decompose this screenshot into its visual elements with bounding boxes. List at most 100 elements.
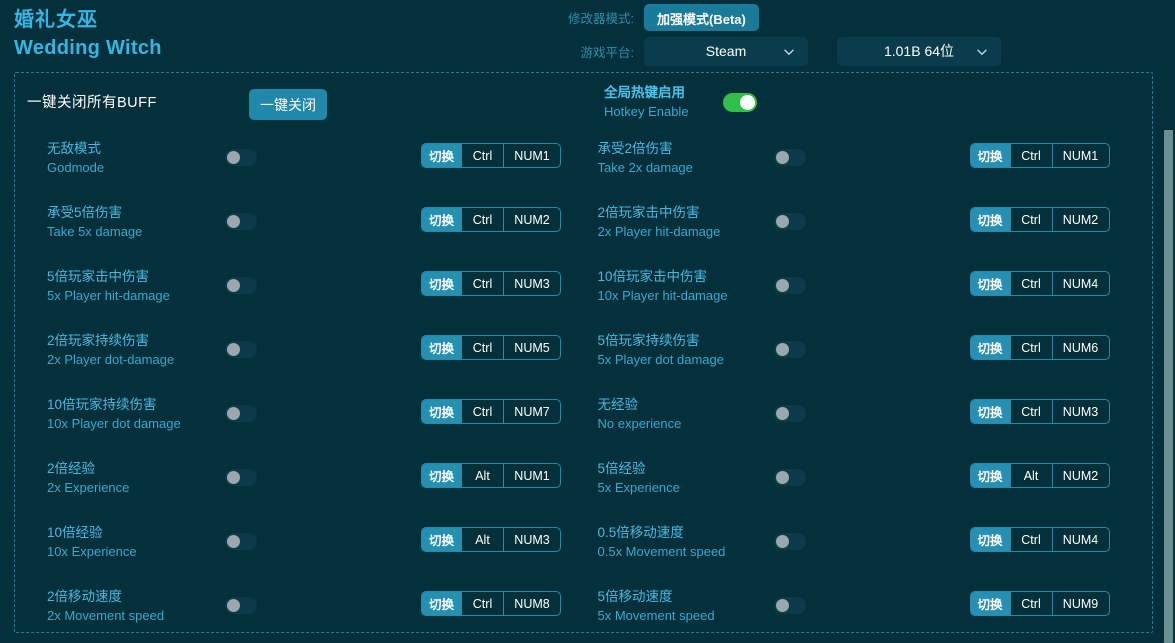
cheat-hotkey-group[interactable]: 切换 Alt NUM2 <box>969 463 1110 488</box>
cheat-toggle[interactable] <box>773 341 806 358</box>
cheat-toggle[interactable] <box>225 341 257 358</box>
cheat-hotkey-group[interactable]: 切换 Ctrl NUM6 <box>969 335 1110 360</box>
cheat-name-cn: 无敌模式 <box>47 141 101 156</box>
all-buff-off-button[interactable]: 一键关闭 <box>249 89 327 120</box>
vertical-scrollbar-thumb[interactable] <box>1164 130 1173 643</box>
hotkey-enable-toggle[interactable] <box>723 92 757 112</box>
hotkey-modifier-key[interactable]: Ctrl <box>461 272 503 295</box>
hotkey-main-key[interactable]: NUM3 <box>1051 400 1109 423</box>
cheat-row-labels: 承受2倍伤害 Take 2x damage <box>598 139 693 177</box>
cheat-hotkey-group[interactable]: 切换 Alt NUM3 <box>421 527 562 552</box>
hotkey-modifier-key[interactable]: Alt <box>461 528 503 551</box>
cheat-toggle[interactable] <box>225 533 257 550</box>
hotkey-action-label: 切换 <box>422 464 462 487</box>
cheat-row-labels: 2倍玩家持续伤害 2x Player dot-damage <box>47 331 174 369</box>
hotkey-main-key[interactable]: NUM4 <box>1051 528 1109 551</box>
hotkey-main-key[interactable]: NUM7 <box>503 400 560 423</box>
cheat-hotkey-group[interactable]: 切换 Ctrl NUM1 <box>969 143 1110 168</box>
cheat-toggle[interactable] <box>773 213 806 230</box>
cheat-toggle[interactable] <box>773 405 806 422</box>
cheat-toggle[interactable] <box>773 469 806 486</box>
hotkey-action-label: 切换 <box>422 400 462 423</box>
hotkey-modifier-key[interactable]: Alt <box>1009 464 1052 487</box>
cheat-toggle[interactable] <box>773 149 806 166</box>
cheat-name-en: No experience <box>597 416 682 431</box>
cheat-row: 5倍玩家击中伤害 5x Player hit-damage 切换 Ctrl NUM3 <box>15 259 584 323</box>
cheat-row-labels: 2倍经验 2x Experience <box>47 459 129 497</box>
cheat-toggle[interactable] <box>773 277 806 294</box>
cheat-hotkey-group[interactable]: 切换 Ctrl NUM8 <box>421 591 562 616</box>
cheat-hotkey-group[interactable]: 切换 Ctrl NUM3 <box>969 399 1110 424</box>
cheat-hotkey-group[interactable]: 切换 Ctrl NUM7 <box>421 399 562 424</box>
cheat-name-en: Godmode <box>47 160 105 175</box>
toggle-knob <box>775 343 789 356</box>
cheat-toggle[interactable] <box>773 533 806 550</box>
hotkey-enable-label-en: Hotkey Enable <box>604 104 689 119</box>
cheat-row-labels: 10倍玩家持续伤害 10x Player dot damage <box>47 395 181 433</box>
cheat-hotkey-group[interactable]: 切换 Ctrl NUM3 <box>421 271 562 296</box>
hotkey-modifier-key[interactable]: Ctrl <box>1009 528 1052 551</box>
cheat-name-cn: 2倍移动速度 <box>47 589 123 604</box>
toggle-knob <box>227 535 240 548</box>
version-dropdown-value: 1.01B 64位 <box>883 43 955 59</box>
cheat-toggle-wrap <box>225 469 257 486</box>
trainer-mode-button[interactable]: 加强模式(Beta) <box>644 3 759 31</box>
cheat-toggle[interactable] <box>225 469 257 486</box>
hotkey-modifier-key[interactable]: Ctrl <box>461 592 503 615</box>
cheat-name-en: 10x Player hit-damage <box>597 288 728 303</box>
cheat-name-cn: 5倍玩家击中伤害 <box>47 269 150 284</box>
hotkey-main-key[interactable]: NUM8 <box>503 592 560 615</box>
cheat-toggle[interactable] <box>225 149 257 166</box>
cheat-hotkey-group[interactable]: 切换 Ctrl NUM5 <box>421 335 562 360</box>
toggle-knob <box>775 471 789 484</box>
cheat-hotkey-group[interactable]: 切换 Ctrl NUM1 <box>421 143 562 168</box>
trainer-mode-row: 修改器模式: 加强模式(Beta) <box>560 0 1030 34</box>
cheat-toggle[interactable] <box>225 213 257 230</box>
hotkey-main-key[interactable]: NUM1 <box>503 144 560 167</box>
hotkey-main-key[interactable]: NUM2 <box>503 208 560 231</box>
hotkey-main-key[interactable]: NUM6 <box>1051 336 1109 359</box>
cheat-name-cn: 无经验 <box>597 397 639 412</box>
hotkey-modifier-key[interactable]: Ctrl <box>1009 336 1052 359</box>
hotkey-main-key[interactable]: NUM2 <box>1051 464 1109 487</box>
cheat-row: 2倍移动速度 2x Movement speed 切换 Ctrl NUM8 <box>15 579 584 632</box>
hotkey-modifier-key[interactable]: Alt <box>461 464 503 487</box>
cheat-hotkey-group[interactable]: 切换 Ctrl NUM9 <box>969 591 1110 616</box>
hotkey-modifier-key[interactable]: Ctrl <box>1009 144 1052 167</box>
hotkey-main-key[interactable]: NUM3 <box>503 528 560 551</box>
hotkey-main-key[interactable]: NUM9 <box>1051 592 1109 615</box>
cheat-hotkey-group[interactable]: 切换 Ctrl NUM2 <box>969 207 1110 232</box>
hotkey-modifier-key[interactable]: Ctrl <box>1009 208 1052 231</box>
hotkey-modifier-key[interactable]: Ctrl <box>461 400 503 423</box>
vertical-scrollbar-track[interactable] <box>1162 0 1175 643</box>
hotkey-modifier-key[interactable]: Ctrl <box>461 144 503 167</box>
cheat-hotkey-group[interactable]: 切换 Ctrl NUM4 <box>969 271 1110 296</box>
platform-dropdown[interactable]: Steam <box>644 36 808 66</box>
cheat-row-labels: 2倍玩家击中伤害 2x Player hit-damage <box>598 203 721 241</box>
hotkey-modifier-key[interactable]: Ctrl <box>1009 272 1052 295</box>
hotkey-action-label: 切换 <box>970 400 1010 423</box>
hotkey-modifier-key[interactable]: Ctrl <box>1009 592 1052 615</box>
hotkey-main-key[interactable]: NUM1 <box>503 464 560 487</box>
hotkey-main-key[interactable]: NUM3 <box>503 272 560 295</box>
cheat-toggle[interactable] <box>773 597 806 614</box>
hotkey-modifier-key[interactable]: Ctrl <box>461 336 503 359</box>
cheat-columns: 无敌模式 Godmode 切换 Ctrl NUM1 承受5倍伤害 Take 5x damag… <box>15 131 1152 632</box>
hotkey-main-key[interactable]: NUM4 <box>1051 272 1109 295</box>
cheat-hotkey-group[interactable]: 切换 Ctrl NUM4 <box>969 527 1110 552</box>
hotkey-modifier-key[interactable]: Ctrl <box>1009 400 1052 423</box>
cheat-toggle[interactable] <box>225 597 257 614</box>
cheat-row-labels: 10倍玩家击中伤害 10x Player hit-damage <box>598 267 728 305</box>
cheat-hotkey-group[interactable]: 切换 Ctrl NUM2 <box>421 207 562 232</box>
hotkey-main-key[interactable]: NUM2 <box>1051 208 1109 231</box>
cheat-toggle[interactable] <box>225 405 257 422</box>
hotkey-main-key[interactable]: NUM5 <box>503 336 560 359</box>
toggle-knob <box>227 343 240 356</box>
hotkey-main-key[interactable]: NUM1 <box>1051 144 1109 167</box>
cheat-name-en: 0.5x Movement speed <box>597 544 726 559</box>
version-dropdown[interactable]: 1.01B 64位 <box>837 36 1001 66</box>
cheat-row-labels: 10倍经验 10x Experience <box>47 523 137 561</box>
cheat-hotkey-group[interactable]: 切换 Alt NUM1 <box>421 463 562 488</box>
cheat-toggle[interactable] <box>225 277 257 294</box>
hotkey-modifier-key[interactable]: Ctrl <box>461 208 503 231</box>
